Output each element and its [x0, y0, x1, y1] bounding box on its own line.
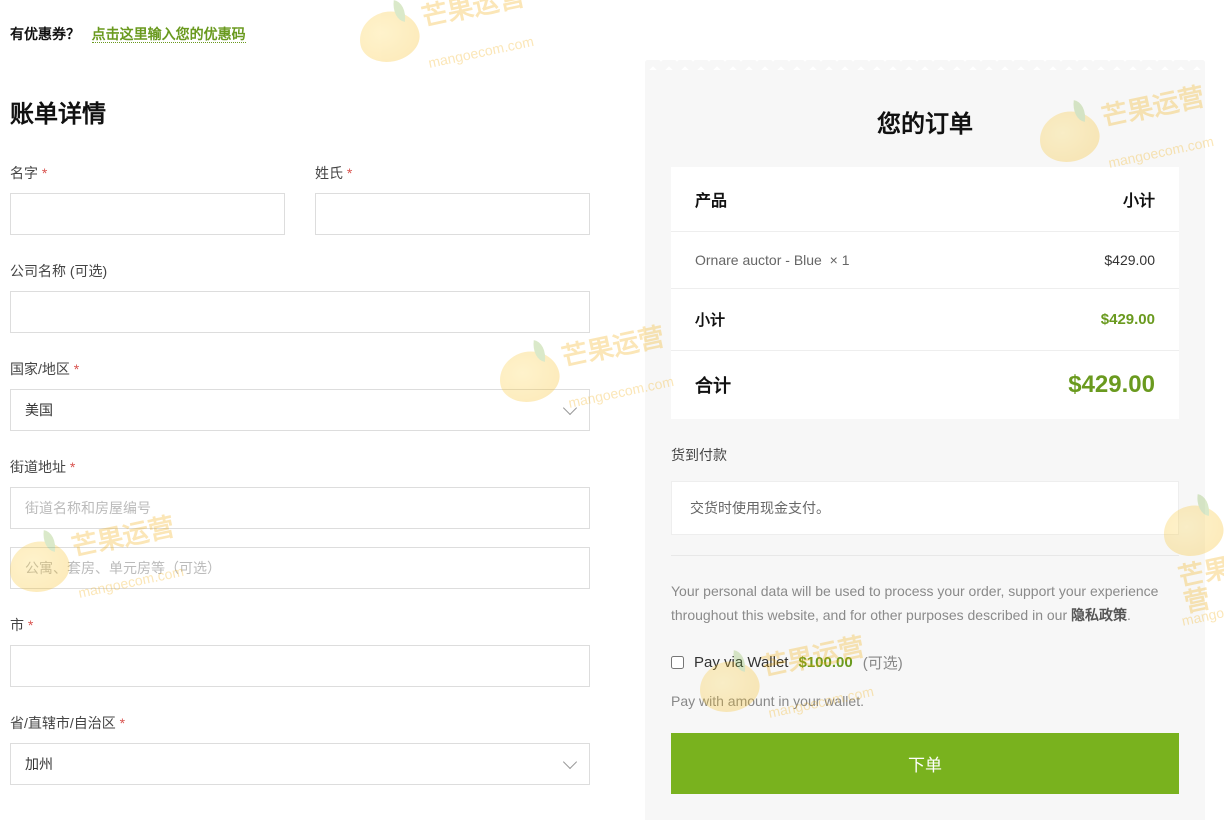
payment-method-label: 货到付款	[671, 445, 1179, 465]
billing-title: 账单详情	[10, 94, 590, 129]
last-name-label: 姓氏 *	[315, 163, 590, 183]
order-sub-value: $429.00	[1101, 311, 1155, 328]
order-total-value: $429.00	[1068, 371, 1155, 399]
chevron-down-icon	[563, 755, 577, 769]
country-value: 美国	[25, 400, 53, 420]
payment-method-desc: 交货时使用现金支付。	[671, 481, 1179, 535]
coupon-link[interactable]: 点击这里输入您的优惠码	[92, 26, 246, 43]
city-input[interactable]	[10, 645, 590, 687]
country-label: 国家/地区 *	[10, 359, 590, 379]
street-address-1-input[interactable]	[10, 487, 590, 529]
order-total-row: 合计 $429.00	[671, 351, 1179, 419]
street-label: 街道地址 *	[10, 457, 590, 477]
order-header-row: 产品 小计	[671, 167, 1179, 232]
first-name-input[interactable]	[10, 193, 285, 235]
wallet-label: Pay via Wallet	[694, 654, 788, 671]
country-select[interactable]: 美国	[10, 389, 590, 431]
divider	[671, 555, 1179, 556]
order-sub-label: 小计	[695, 309, 725, 330]
company-input[interactable]	[10, 291, 590, 333]
first-name-label: 名字 *	[10, 163, 285, 183]
chevron-down-icon	[563, 401, 577, 415]
wallet-desc: Pay with amount in your wallet.	[671, 693, 1179, 709]
order-title: 您的订单	[645, 104, 1205, 139]
street-address-2-input[interactable]	[10, 547, 590, 589]
privacy-policy-link[interactable]: 隐私政策	[1071, 607, 1127, 623]
last-name-input[interactable]	[315, 193, 590, 235]
state-select[interactable]: 加州	[10, 743, 590, 785]
order-item-row: Ornare auctor - Blue × 1 $429.00	[671, 232, 1179, 289]
order-head-product: 产品	[695, 187, 727, 211]
wallet-row: Pay via Wallet $100.00 (可选)	[671, 652, 1179, 673]
company-label: 公司名称 (可选)	[10, 261, 590, 281]
order-item-price: $429.00	[1104, 252, 1155, 268]
state-value: 加州	[25, 754, 53, 774]
coupon-prompt: 有优惠券？ 点击这里输入您的优惠码	[10, 24, 590, 44]
wallet-amount: $100.00	[798, 654, 852, 671]
coupon-prompt-text: 有优惠券？	[10, 26, 80, 42]
order-panel: 您的订单 产品 小计 Ornare auctor - Blue × 1 $429…	[645, 70, 1205, 820]
order-total-label: 合计	[695, 372, 731, 398]
wallet-optional: (可选)	[863, 652, 903, 673]
order-head-subtotal: 小计	[1123, 187, 1155, 211]
wallet-checkbox[interactable]	[671, 656, 684, 669]
zigzag-border	[645, 60, 1205, 70]
place-order-button[interactable]: 下单	[671, 733, 1179, 794]
order-subtotal-row: 小计 $429.00	[671, 289, 1179, 351]
state-label: 省/直辖市/自治区 *	[10, 713, 590, 733]
order-item-name: Ornare auctor - Blue × 1	[695, 252, 849, 268]
city-label: 市 *	[10, 615, 590, 635]
privacy-text: Your personal data will be used to proce…	[671, 580, 1179, 628]
order-table: 产品 小计 Ornare auctor - Blue × 1 $429.00 小…	[671, 167, 1179, 419]
